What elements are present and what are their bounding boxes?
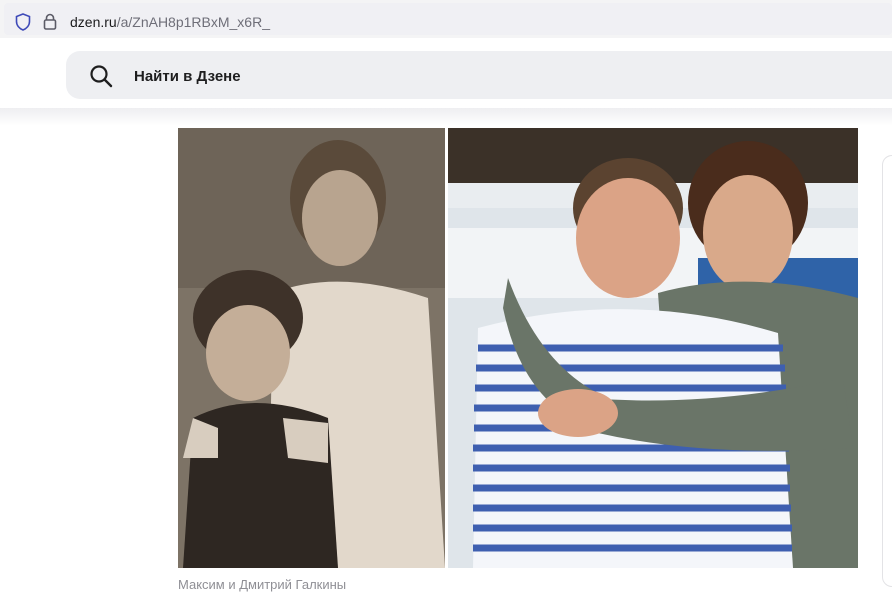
vintage-photo-panel [178, 128, 445, 568]
browser-toolbar: dzen.ru/a/ZnAH8p1RBxM_x6R_ [0, 0, 892, 39]
vintage-photo-illustration [178, 128, 445, 568]
url-domain: dzen.ru [70, 14, 117, 30]
search-icon[interactable] [89, 64, 113, 88]
url-path: /a/ZnAH8p1RBxM_x6R_ [116, 14, 270, 30]
search-label[interactable]: Найти в Дзене [134, 68, 241, 85]
lock-icon[interactable] [43, 13, 57, 30]
header-shadow [0, 108, 892, 126]
modern-photo-illustration [448, 128, 858, 568]
modern-photo-panel [448, 128, 858, 568]
image-caption: Максим и Дмитрий Галкины [178, 577, 347, 592]
side-panel-edge [882, 155, 892, 587]
address-bar[interactable]: dzen.ru/a/ZnAH8p1RBxM_x6R_ [4, 3, 892, 35]
shield-icon[interactable] [15, 13, 31, 31]
article-photo [178, 128, 858, 568]
url-text[interactable]: dzen.ru/a/ZnAH8p1RBxM_x6R_ [70, 14, 270, 30]
